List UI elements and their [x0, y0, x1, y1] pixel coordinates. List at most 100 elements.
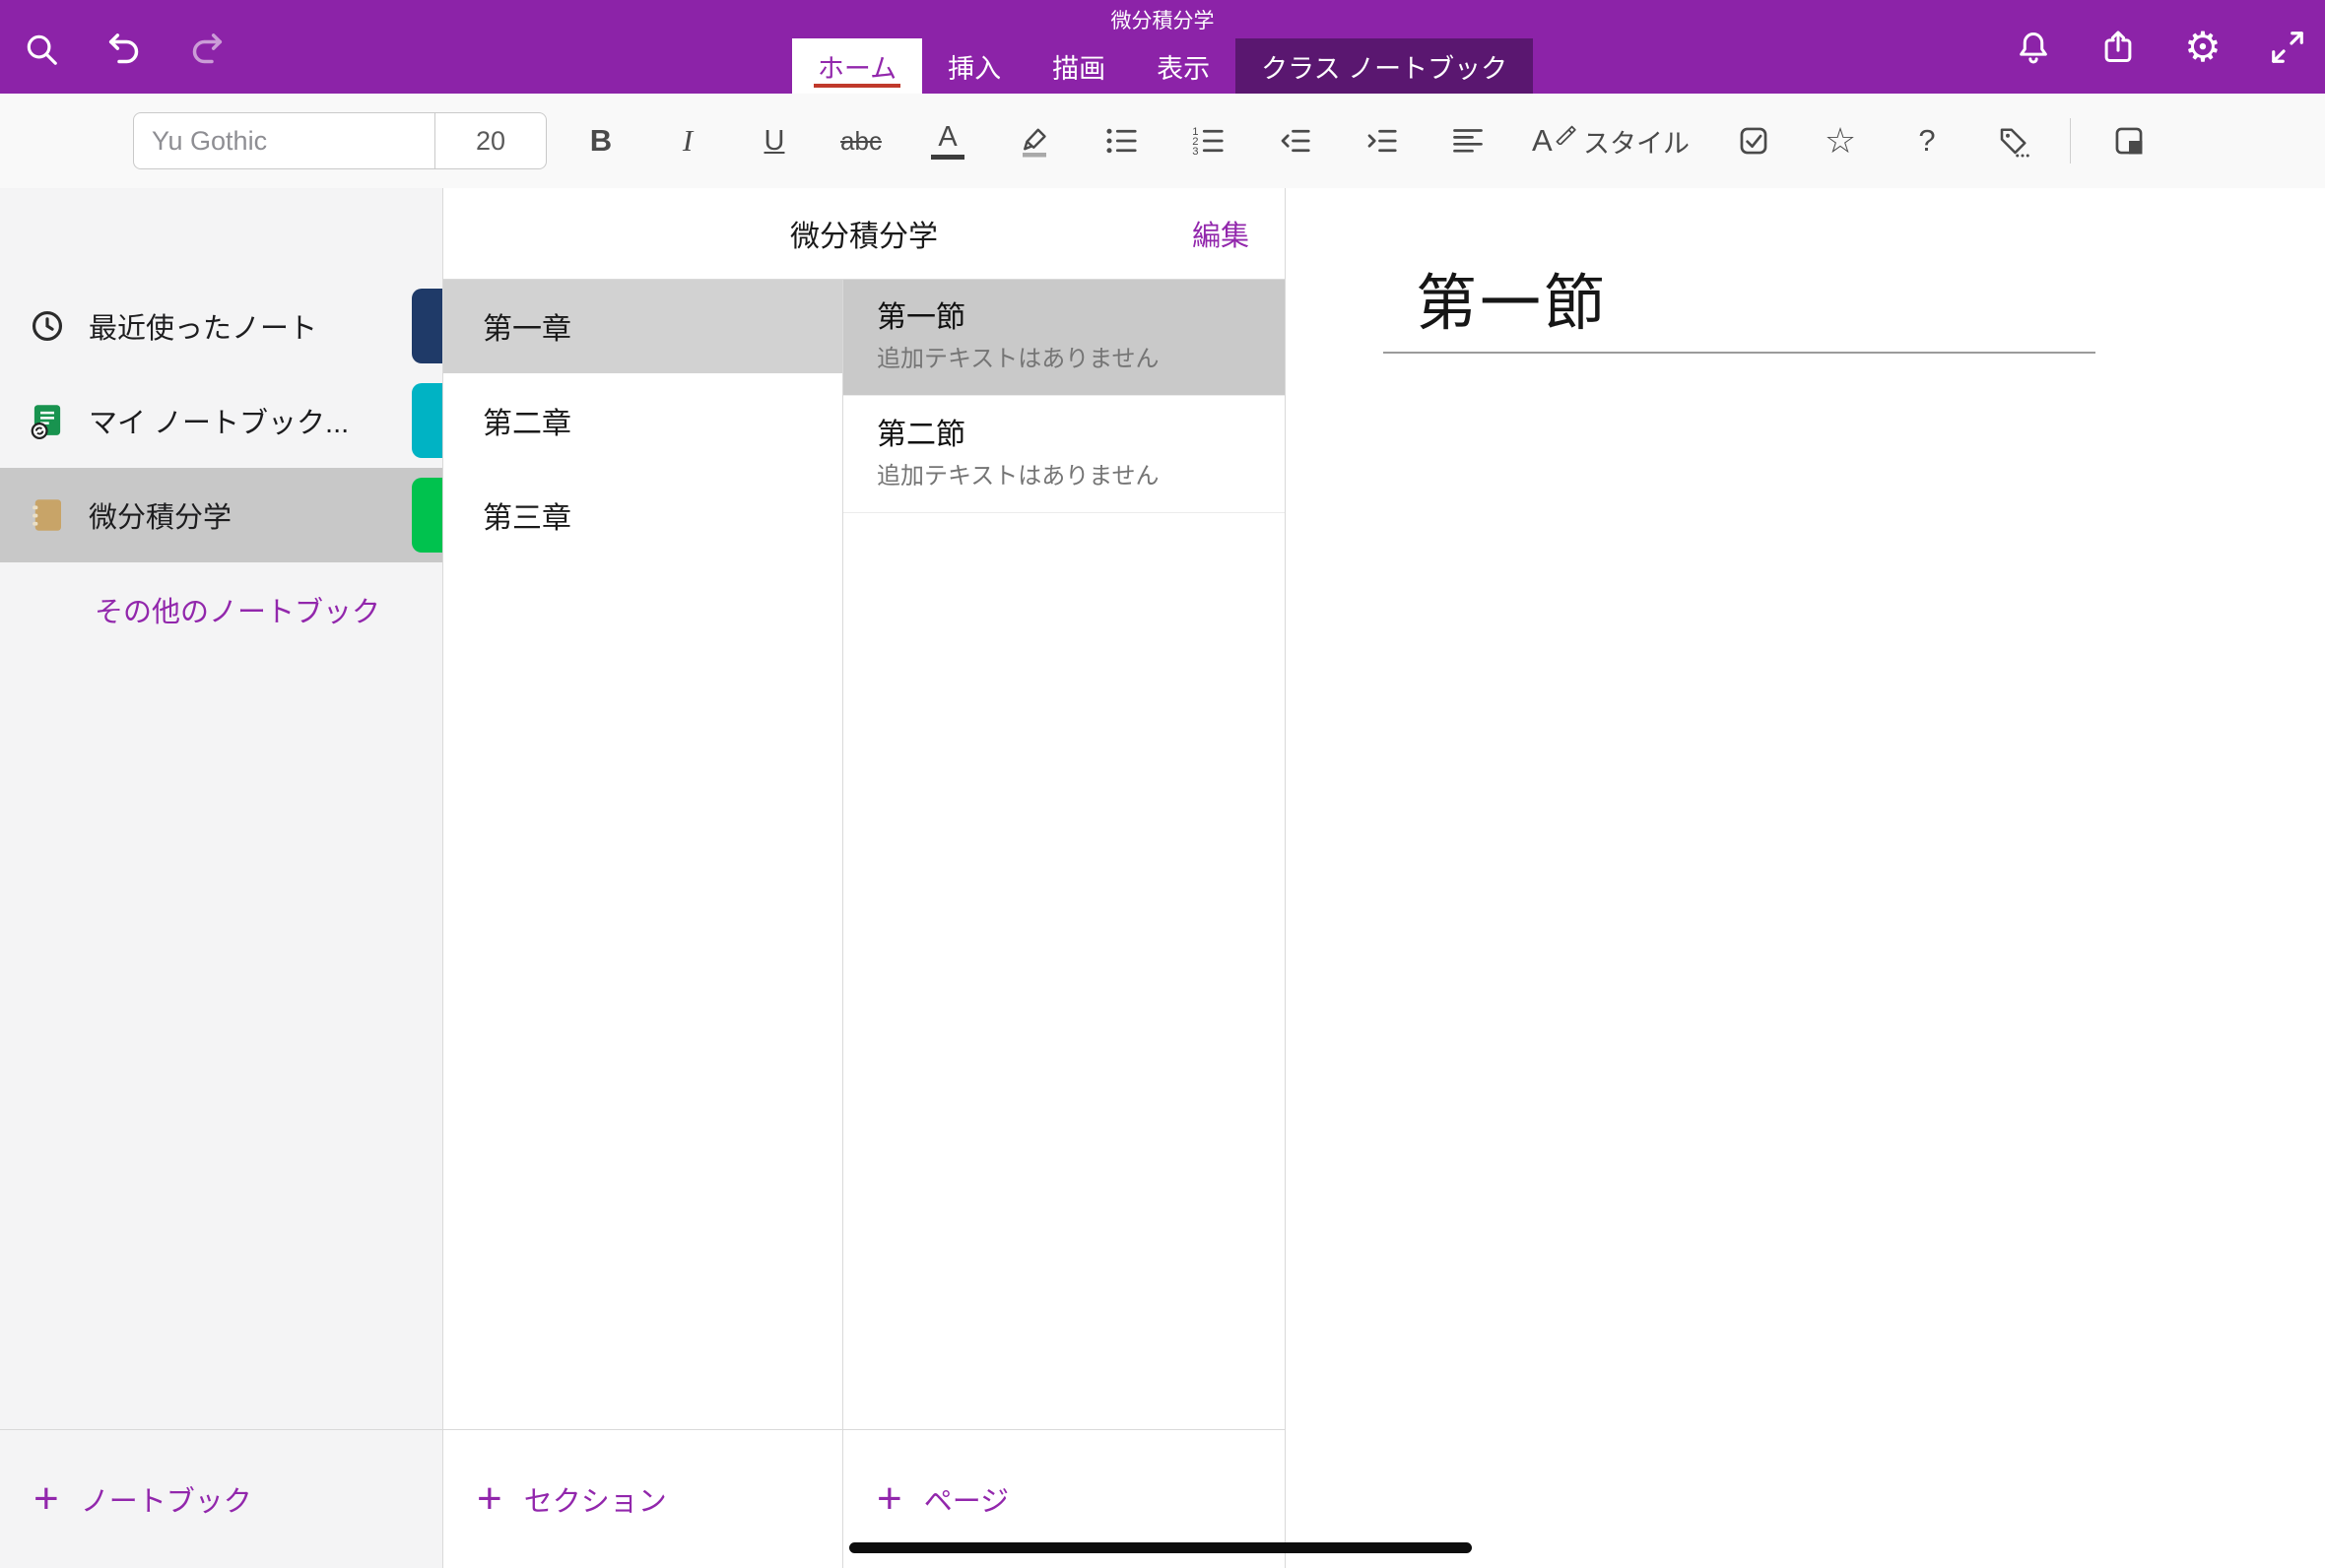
notebooks-sidebar: 最近使ったノート マイ ノートブック... — [0, 188, 443, 1568]
brush-icon — [1552, 119, 1577, 145]
expand-icon — [2269, 29, 2306, 66]
plus-icon: + — [33, 1477, 59, 1521]
add-notebook-button[interactable]: + ノートブック — [0, 1429, 442, 1568]
sections-panel: 第一章 第二章 第三章 + セクション — [443, 188, 843, 1568]
notebook-icon — [26, 493, 69, 537]
onenote-app: 微分積分学 ホーム — [0, 0, 2325, 1568]
clock-icon — [26, 304, 69, 348]
section-label: 第二章 — [483, 399, 571, 442]
add-section-label: セクション — [524, 1478, 667, 1520]
sidebar-item-my-notebooks[interactable]: マイ ノートブック... — [0, 373, 442, 468]
font-group: Yu Gothic 20 — [133, 112, 547, 169]
plus-icon: + — [477, 1477, 502, 1521]
more-notebooks-link[interactable]: その他のノートブック — [0, 562, 442, 657]
question-icon: ? — [1918, 123, 1935, 159]
tab-view[interactable]: 表示 — [1131, 38, 1235, 94]
styles-label: スタイル — [1583, 122, 1690, 161]
italic-icon: I — [683, 123, 693, 159]
styles-icon: A — [1532, 121, 1571, 161]
page-item-subtitle: 追加テキストはありません — [877, 463, 1285, 490]
strikethrough-icon: abc — [840, 126, 882, 157]
strikethrough-button[interactable]: abc — [832, 108, 890, 173]
highlighter-icon — [1017, 123, 1052, 159]
font-size-select[interactable]: 20 — [435, 112, 547, 169]
section-item-chapter3[interactable]: 第三章 — [443, 468, 842, 562]
tab-home-label: ホーム — [818, 47, 897, 86]
add-notebook-label: ノートブック — [81, 1478, 252, 1520]
indent-icon — [1363, 123, 1399, 159]
notebooks-icon — [26, 399, 69, 442]
bullet-list-icon — [1103, 123, 1139, 159]
fullscreen-button[interactable] — [2268, 26, 2307, 69]
underline-icon: U — [764, 125, 785, 158]
page-item-section2[interactable]: 第二節 追加テキストはありません — [843, 396, 1285, 513]
add-page-label: ページ — [924, 1478, 1009, 1520]
numbered-list-button[interactable]: 1 2 3 — [1179, 108, 1236, 173]
panel-header: 微分積分学 編集 — [443, 188, 1285, 280]
sidebar-item-label: 微分積分学 — [89, 494, 232, 536]
tab-class-notebook[interactable]: クラス ノートブック — [1235, 38, 1533, 94]
highlight-button[interactable] — [1006, 108, 1063, 173]
more-tags-button[interactable] — [1985, 108, 2042, 173]
edit-button[interactable]: 編集 — [1186, 188, 1255, 279]
indent-button[interactable] — [1353, 108, 1410, 173]
tag-icon — [1996, 123, 2031, 159]
bold-button[interactable]: B — [572, 108, 630, 173]
document-title: 微分積分学 — [0, 5, 2325, 34]
underline-button[interactable]: U — [746, 108, 803, 173]
align-button[interactable] — [1439, 108, 1496, 173]
sidebar-item-label: 最近使ったノート — [89, 305, 317, 347]
star-icon: ☆ — [1825, 123, 1856, 159]
format-toolbar: Yu Gothic 20 B I U abc A — [0, 94, 2325, 189]
checkbox-icon — [1737, 124, 1770, 158]
settings-button[interactable]: ⚙ — [2183, 26, 2223, 69]
tab-draw[interactable]: 描画 — [1027, 38, 1131, 94]
toolbar-divider — [2070, 118, 2071, 163]
page-title-underline — [1383, 352, 2095, 354]
page-view-icon — [2112, 124, 2146, 158]
sections-list: 第一章 第二章 第三章 — [443, 279, 842, 562]
styles-button[interactable]: A スタイル — [1526, 108, 1695, 173]
sidebar-item-label: マイ ノートブック... — [89, 400, 349, 441]
add-section-button[interactable]: + セクション — [443, 1429, 842, 1568]
font-color-icon: A — [938, 122, 957, 152]
sidebar-item-recent-notes[interactable]: 最近使ったノート — [0, 279, 442, 373]
notebook-color-tab — [412, 289, 442, 363]
page-item-subtitle: 追加テキストはありません — [877, 346, 1285, 373]
share-button[interactable] — [2098, 26, 2138, 69]
section-label: 第三章 — [483, 493, 571, 537]
bell-icon — [2015, 29, 2052, 66]
page-title[interactable]: 第一節 — [1416, 253, 1608, 342]
section-label: 第一章 — [483, 304, 571, 348]
page-item-section1[interactable]: 第一節 追加テキストはありません — [843, 279, 1285, 396]
notebooks-list: 最近使ったノート マイ ノートブック... — [0, 279, 442, 657]
notebook-color-tab — [412, 478, 442, 553]
font-color-button[interactable]: A — [919, 108, 976, 173]
share-icon — [2099, 29, 2137, 66]
question-tag-button[interactable]: ? — [1898, 108, 1956, 173]
outdent-button[interactable] — [1266, 108, 1323, 173]
titlebar-right-actions: ⚙ — [2014, 26, 2307, 69]
section-item-chapter2[interactable]: 第二章 — [443, 373, 842, 468]
tab-view-label: 表示 — [1157, 47, 1210, 86]
section-item-chapter1[interactable]: 第一章 — [443, 279, 842, 373]
notebook-color-tab — [412, 383, 442, 458]
tab-insert[interactable]: 挿入 — [922, 38, 1027, 94]
italic-button[interactable]: I — [659, 108, 716, 173]
notifications-button[interactable] — [2014, 26, 2053, 69]
active-tab-underline — [814, 84, 900, 88]
star-tag-button[interactable]: ☆ — [1812, 108, 1869, 173]
sidebar-item-calculus-notebook[interactable]: 微分積分学 — [0, 468, 442, 562]
pages-list: 第一節 追加テキストはありません 第二節 追加テキストはありません — [843, 279, 1285, 513]
home-indicator[interactable] — [849, 1542, 1472, 1553]
tab-class-notebook-label: クラス ノートブック — [1261, 47, 1507, 86]
more-notebooks-label: その他のノートブック — [95, 589, 380, 630]
font-name-select[interactable]: Yu Gothic — [133, 112, 435, 169]
bold-icon: B — [590, 123, 612, 159]
bullet-list-button[interactable] — [1093, 108, 1150, 173]
align-icon — [1450, 123, 1486, 159]
page-canvas[interactable]: 第一節 — [1286, 188, 2325, 1568]
tab-home[interactable]: ホーム — [792, 38, 922, 94]
full-page-view-button[interactable] — [2100, 108, 2158, 173]
todo-tag-button[interactable] — [1725, 108, 1782, 173]
